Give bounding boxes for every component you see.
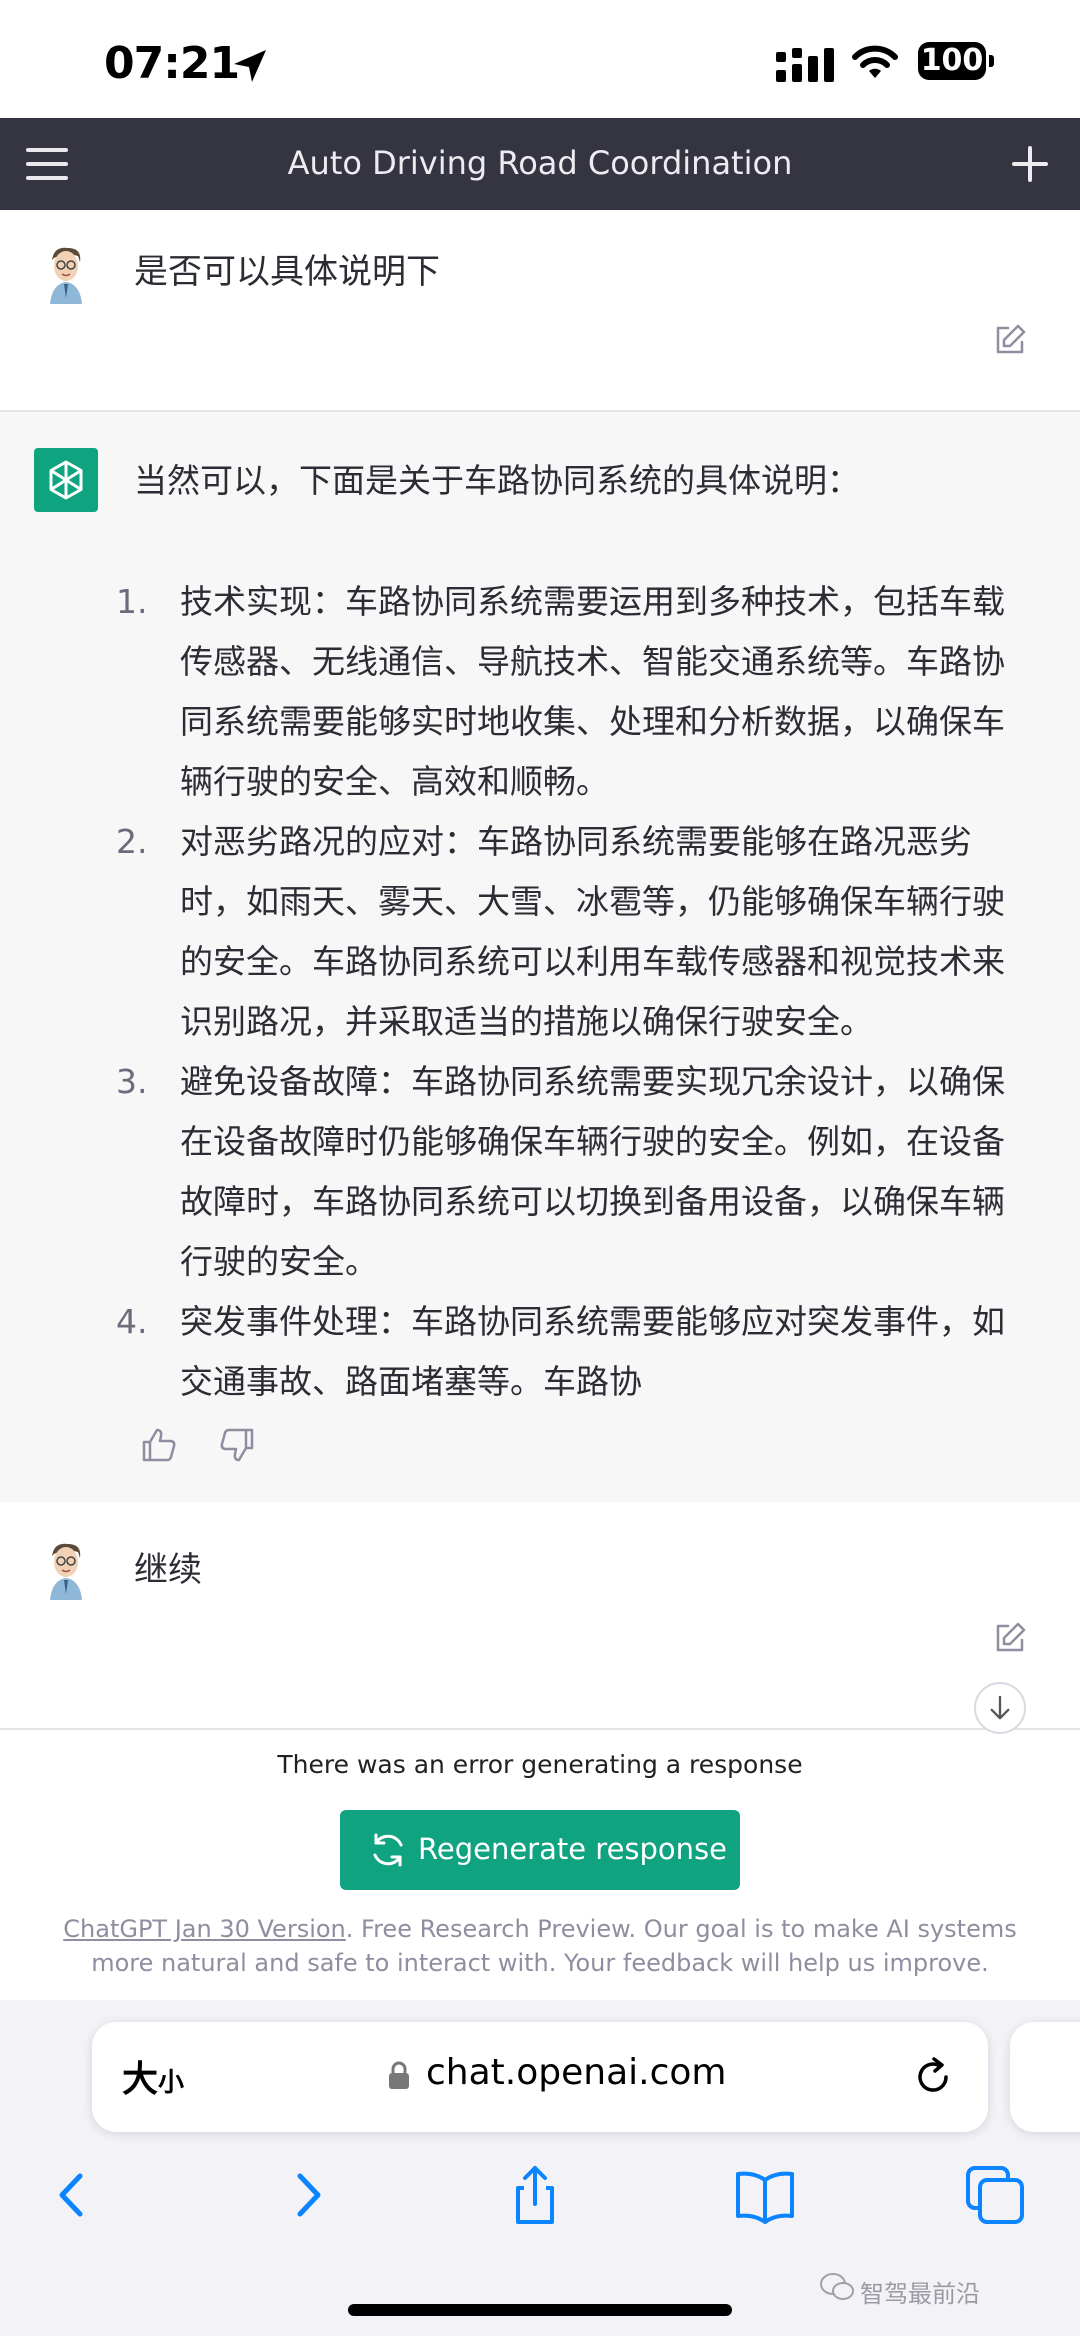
browser-toolbar: 大小 chat.openai.com 智驾最前沿: [0, 2000, 1080, 2336]
list-item: 2. 对恶劣路况的应对：车路协同系统需要能够在路况恶劣时，如雨天、雾天、大雪、冰雹…: [116, 822, 1005, 1041]
version-link[interactable]: ChatGPT Jan 30 Version: [63, 1915, 346, 1943]
status-bar: 07:21 100: [0, 0, 1080, 118]
openai-logo-icon: [34, 448, 98, 512]
edit-icon[interactable]: [992, 322, 1028, 358]
chat-header: Auto Driving Road Coordination: [0, 118, 1080, 210]
assistant-message: 当然可以，下面是关于车路协同系统的具体说明： 1. 技术实现：车路协同系统需要运用…: [0, 410, 1080, 1504]
back-icon[interactable]: [38, 2160, 108, 2230]
composer-area: There was an error generating a response…: [0, 1728, 1080, 2002]
list-item: 1. 技术实现：车路协同系统需要运用到多种技术，包括车载传感器、无线通信、导航技术…: [116, 582, 1005, 801]
footer-disclaimer: ChatGPT Jan 30 Version. Free Research Pr…: [40, 1912, 1040, 1980]
address-bar[interactable]: 大小 chat.openai.com: [92, 2022, 988, 2132]
thumbs-down-icon[interactable]: [218, 1426, 256, 1464]
user-message: 继续: [0, 1502, 1080, 1728]
user-message-text: 是否可以具体说明下: [134, 252, 440, 292]
regenerate-button[interactable]: Regenerate response: [340, 1810, 740, 1890]
next-tab-peek[interactable]: [1010, 2022, 1080, 2132]
watermark-text: 智驾最前沿: [860, 2280, 980, 2308]
lock-icon: [389, 2061, 409, 2089]
battery-level: 100: [918, 42, 986, 80]
bookmarks-icon[interactable]: [730, 2160, 800, 2230]
assistant-list: 1. 技术实现：车路协同系统需要运用到多种技术，包括车载传感器、无线通信、导航技术…: [116, 572, 1026, 1412]
plus-icon[interactable]: [1010, 144, 1050, 184]
thumbs-up-icon[interactable]: [140, 1426, 178, 1464]
regenerate-label: Regenerate response: [418, 1832, 728, 1866]
wechat-icon: [820, 2273, 854, 2300]
signal-icon: [776, 48, 834, 82]
reload-icon[interactable]: [910, 2054, 956, 2100]
chat-title: Auto Driving Road Coordination: [287, 144, 793, 182]
wifi-icon: [852, 45, 898, 78]
user-avatar: [34, 1536, 98, 1600]
url-text[interactable]: chat.openai.com: [426, 2052, 726, 2093]
error-message: There was an error generating a response: [277, 1750, 803, 1779]
refresh-icon: [373, 1833, 403, 1867]
assistant-intro-text: 当然可以，下面是关于车路协同系统的具体说明：: [134, 461, 860, 500]
clock: 07:21: [104, 38, 240, 89]
arrow-down-icon[interactable]: [974, 1682, 1026, 1734]
home-indicator: [348, 2304, 732, 2316]
text-size-button[interactable]: 大小: [122, 2050, 184, 2102]
forward-icon[interactable]: [272, 2160, 342, 2230]
share-icon[interactable]: [500, 2160, 570, 2230]
battery-icon: 100: [918, 42, 998, 82]
user-avatar: [34, 240, 98, 304]
list-item: 3. 避免设备故障：车路协同系统需要实现冗余设计，以确保在设备故障时仍能够确保车辆…: [116, 1062, 1005, 1281]
user-message-text: 继续: [134, 1550, 202, 1590]
tabs-icon[interactable]: [960, 2160, 1030, 2230]
list-item: 4. 突发事件处理：车路协同系统需要能够应对突发事件，如交通事故、路面堵塞等。车路…: [116, 1302, 1005, 1401]
edit-icon[interactable]: [992, 1620, 1028, 1656]
location-arrow-icon: [234, 50, 266, 82]
user-message: 是否可以具体说明下: [0, 210, 1080, 410]
